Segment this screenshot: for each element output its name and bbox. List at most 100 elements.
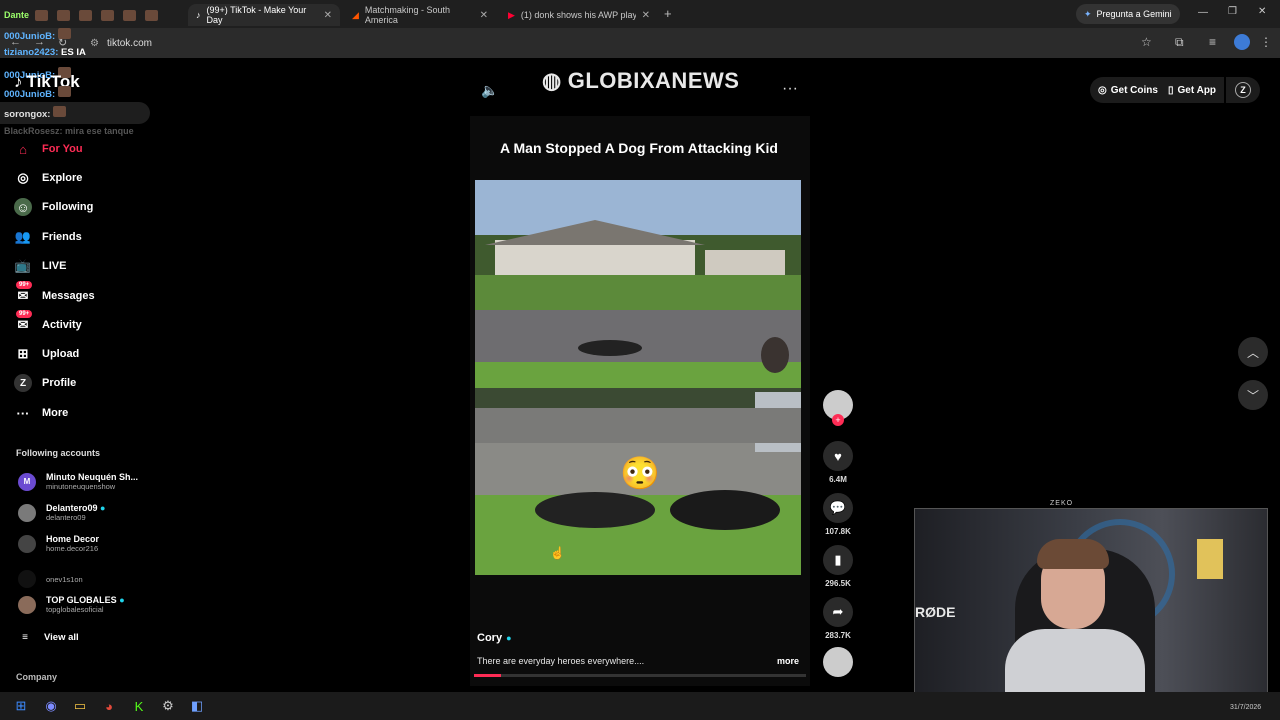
- get-app-button[interactable]: ▯ Get App: [1160, 77, 1225, 103]
- sidebar-item-more[interactable]: ··· More: [14, 404, 69, 422]
- steam-icon[interactable]: ⚙: [159, 697, 177, 715]
- friends-icon: 👥: [14, 229, 32, 244]
- app-icon[interactable]: ◧: [188, 697, 206, 715]
- sidebar-item-live[interactable]: 📺 LIVE: [14, 257, 67, 275]
- share-button[interactable]: ➦ 283.7K: [822, 597, 854, 640]
- account-item[interactable]: Home Decor home.decor216: [18, 534, 99, 553]
- sidebar-item-label: LIVE: [42, 260, 67, 272]
- account-item[interactable]: Delantero09 ● delantero09: [18, 503, 105, 522]
- gemini-button[interactable]: ✦ Pregunta a Gemini: [1076, 4, 1180, 24]
- sidebar-item-profile[interactable]: Z Profile: [14, 374, 76, 392]
- sidebar-item-for-you[interactable]: ⌂ For You: [14, 140, 83, 158]
- sidebar-item-label: For You: [42, 143, 83, 155]
- more-button[interactable]: more: [777, 656, 799, 666]
- previous-video-button[interactable]: ︿: [1238, 337, 1268, 367]
- webcam-overlay: RØDE: [914, 508, 1268, 698]
- comment-button[interactable]: 💬 107.8K: [822, 493, 854, 536]
- next-video-button[interactable]: ﹀: [1238, 380, 1268, 410]
- youtube-favicon-icon: ▶: [508, 9, 515, 20]
- tab-tiktok[interactable]: ♪ (99+) TikTok - Make Your Day ✕: [188, 4, 340, 26]
- view-all-button[interactable]: ≡ View all: [16, 628, 79, 646]
- video-description: There are everyday heroes everywhere....: [477, 656, 645, 666]
- close-icon[interactable]: ✕: [642, 10, 650, 21]
- avatar: M: [18, 472, 36, 491]
- video-options-icon[interactable]: ···: [782, 80, 798, 98]
- chat-line: 000JunioB:: [4, 28, 74, 42]
- company-link[interactable]: Company: [16, 672, 57, 682]
- notification-badge: 99+: [16, 281, 33, 289]
- discord-icon[interactable]: ◉: [42, 697, 60, 715]
- avatar: [18, 503, 36, 522]
- close-window-button[interactable]: ✕: [1258, 6, 1266, 17]
- kick-icon[interactable]: K: [130, 697, 148, 715]
- home-icon: ⌂: [19, 141, 27, 157]
- comment-icon: 💬: [823, 493, 853, 523]
- close-icon[interactable]: ✕: [324, 10, 332, 21]
- tab-youtube[interactable]: ▶ (1) donk shows his AWP play in ✕: [500, 4, 658, 26]
- bookmark-star-icon[interactable]: ☆: [1141, 35, 1152, 49]
- sidebar-item-messages[interactable]: ✉ 99+ Messages: [14, 281, 95, 305]
- progress-track[interactable]: [474, 674, 806, 677]
- creator-avatar-button[interactable]: +: [822, 390, 854, 426]
- tab-label: (99+) TikTok - Make Your Day: [206, 5, 307, 25]
- account-name: TOP GLOBALES: [46, 595, 117, 605]
- following-icon: ☺: [14, 198, 32, 216]
- maximize-button[interactable]: ❐: [1228, 6, 1237, 17]
- sidebar-item-label: Following: [42, 201, 94, 213]
- video-player[interactable]: 😳 ☝: [475, 180, 801, 575]
- account-item[interactable]: M Minuto Neuquén Sh... minutoneuquenshow: [18, 472, 138, 491]
- share-count: 283.7K: [825, 631, 851, 640]
- follow-plus-icon[interactable]: +: [832, 414, 844, 426]
- url-field[interactable]: ⚙ tiktok.com: [84, 34, 1134, 52]
- tab-dante[interactable]: Dante: [4, 4, 189, 26]
- account-name: Home Decor: [46, 534, 100, 544]
- site-info-icon: ⚙: [90, 37, 99, 49]
- chrome-icon[interactable]: ◕: [100, 697, 118, 715]
- minimize-button[interactable]: —: [1198, 7, 1208, 18]
- video-author[interactable]: Cory ●: [477, 632, 512, 644]
- address-bar: ← → ↻ ⚙ tiktok.com ☆ ⧉ ≡ ⋮: [0, 28, 1280, 58]
- sidebar-item-explore[interactable]: ◎ Explore: [14, 169, 82, 187]
- sidebar-item-following[interactable]: ☺ Following: [14, 198, 93, 216]
- file-explorer-icon[interactable]: ▭: [71, 697, 89, 715]
- sidebar-item-upload[interactable]: ⊞ Upload: [14, 345, 80, 363]
- sound-avatar-button[interactable]: [822, 647, 854, 677]
- bookmark-icon: ▮: [823, 545, 853, 575]
- like-button[interactable]: ♥ 6.4M: [822, 441, 854, 484]
- save-button[interactable]: ▮ 296.5K: [822, 545, 854, 588]
- chevron-up-icon: ︿: [1246, 345, 1259, 360]
- account-item[interactable]: onev1s1on: [18, 570, 83, 588]
- new-tab-button[interactable]: +: [664, 6, 672, 21]
- profile-avatar[interactable]: [1234, 34, 1250, 50]
- close-icon[interactable]: ✕: [480, 10, 488, 21]
- emote-icon: [57, 86, 71, 97]
- avatar-initial: M: [23, 477, 31, 486]
- extensions-icon[interactable]: ⧉: [1175, 35, 1184, 50]
- volume-icon[interactable]: 🔈: [481, 82, 498, 99]
- media-icon[interactable]: ≡: [1209, 35, 1216, 49]
- clock-date: 31/7/2026: [1230, 704, 1262, 711]
- account-item[interactable]: TOP GLOBALES ● topglobalesoficial: [18, 595, 125, 614]
- tab-matchmaking[interactable]: ◢ Matchmaking - South America ✕: [344, 4, 496, 26]
- chat-user: 000JunioB:: [4, 31, 56, 42]
- taskbar: ⊞ ◉ ▭ ◕ K ⚙ ◧ 31/7/2026: [0, 692, 1280, 720]
- profile-button[interactable]: Z: [1226, 77, 1260, 103]
- list-icon: ≡: [22, 631, 28, 643]
- tiktok-favicon-icon: ♪: [196, 10, 201, 20]
- account-handle: minutoneuquenshow: [46, 482, 116, 491]
- video-frame: [475, 180, 801, 575]
- emote-icon: [53, 106, 67, 117]
- following-heading: Following accounts: [16, 448, 101, 458]
- windows-start-icon[interactable]: ⊞: [12, 697, 30, 715]
- gemini-label: Pregunta a Gemini: [1096, 9, 1172, 19]
- compass-icon: ◎: [17, 170, 29, 185]
- sidebar-item-friends[interactable]: 👥 Friends: [14, 228, 82, 246]
- account-handle: home.decor216: [46, 544, 99, 553]
- profile-avatar-icon: Z: [1235, 82, 1251, 98]
- webcam-top-label: ZEKO: [1050, 500, 1074, 507]
- get-coins-button[interactable]: ◎ Get Coins: [1090, 77, 1166, 103]
- streamer-hair: [1037, 539, 1109, 569]
- sidebar-item-activity[interactable]: ✉ 99+ Activity: [14, 310, 82, 334]
- menu-kebab-icon[interactable]: ⋮: [1260, 35, 1272, 49]
- like-count: 6.4M: [829, 475, 847, 484]
